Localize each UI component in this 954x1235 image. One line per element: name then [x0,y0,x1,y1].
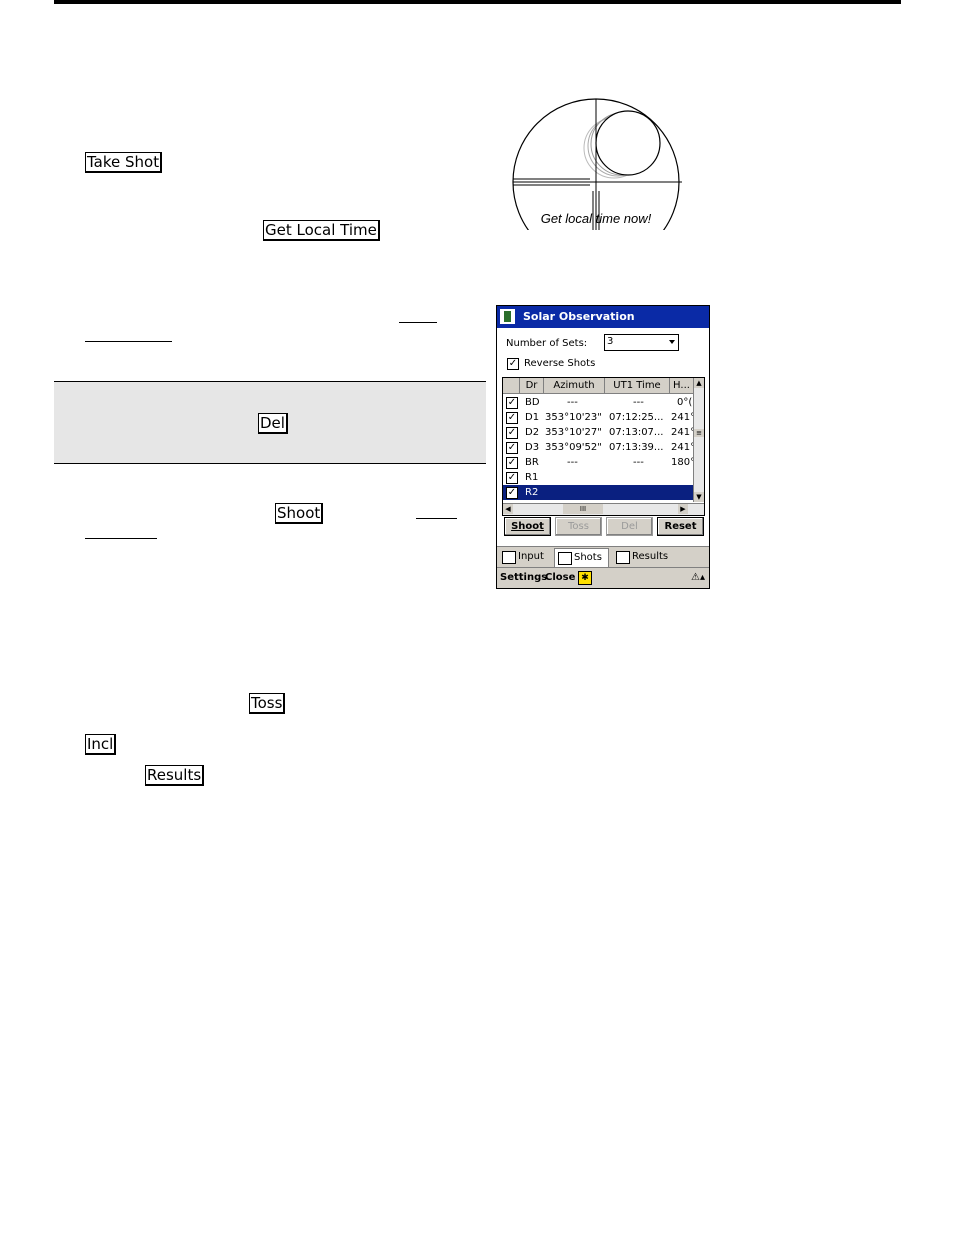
cell-dr: D3 [525,442,540,453]
toss-button[interactable]: Toss [555,517,602,536]
number-of-sets-select[interactable]: 3 [604,334,679,351]
cell-h: 241° [671,442,693,453]
cell-time: 07:12:25... [609,412,664,423]
tab-results[interactable]: Results [613,548,674,566]
row-checkbox[interactable]: ✓ [506,487,518,499]
shoot-button[interactable]: Shoot [504,517,551,536]
reset-button[interactable]: Reset [657,517,704,536]
tab-label: Results [632,551,669,562]
input-panel-icon[interactable]: ⚠▴ [691,572,705,583]
tab-shots[interactable]: Shots [554,548,609,567]
form-icon [502,551,516,564]
cell-dr: D1 [525,412,540,423]
row-checkbox[interactable]: ✓ [506,412,518,424]
tab-input[interactable]: Input [499,548,550,566]
cell-h: 241° [671,412,693,423]
cell-azimuth: --- [567,457,578,468]
column-header[interactable]: UT1 Time [605,378,670,394]
table-row[interactable]: ✓ D1 353°10'23" 07:12:25... 241° [503,410,693,425]
scroll-down-icon[interactable]: ▼ [694,492,704,502]
del-button-ref: Del [258,413,288,434]
cell-dr: BD [525,397,540,408]
column-header[interactable]: H... [670,378,694,394]
reverse-shots-checkbox[interactable]: ✓ [507,358,519,370]
toss-button-ref: Toss [249,693,286,714]
row-checkbox[interactable]: ✓ [506,457,518,469]
row-checkbox[interactable]: ✓ [506,442,518,454]
cell-time: 07:13:07... [609,427,664,438]
get-local-time-button-ref: Get Local Time [263,220,380,241]
row-checkbox[interactable]: ✓ [506,397,518,409]
app-icon [500,309,515,324]
reverse-shots-label: Reverse Shots [524,358,596,369]
del-button[interactable]: Del [606,517,653,536]
cell-h: 0°( [677,397,693,408]
table-row[interactable]: ✓ BR --- --- 180° [503,455,693,470]
row-checkbox[interactable]: ✓ [506,472,518,484]
table-row[interactable]: ✓ D2 353°10'27" 07:13:07... 241° [503,425,693,440]
link-underline [399,322,437,323]
cell-h: 241° [671,427,693,438]
scroll-left-icon[interactable]: ◀ [503,504,513,514]
sets-value: 3 [607,336,614,347]
cell-azimuth: 353°10'27" [545,427,602,438]
scroll-thumb[interactable]: ≡ [694,429,704,437]
cell-dr: BR [525,457,539,468]
top-rule [54,0,901,4]
tab-label: Input [518,551,544,562]
shots-table[interactable]: Dr Azimuth UT1 Time H... ✓ BD --- --- 0°… [502,377,705,516]
cell-azimuth: --- [567,397,578,408]
menu-bar: Settings Close ✱ ⚠▴ [497,567,709,588]
table-row[interactable]: ✓ BD --- --- 0°( [503,395,693,410]
scroll-up-icon[interactable]: ▲ [694,378,704,388]
horizontal-scrollbar[interactable]: ◀ III ▶ [503,503,704,515]
column-header[interactable]: Azimuth [544,378,605,394]
take-shot-button-ref: Take Shot [85,152,163,173]
star-icon[interactable]: ✱ [578,571,592,585]
shoot-button-ref: Shoot [275,503,324,524]
cell-time: --- [633,397,644,408]
window-title: Solar Observation [523,310,635,323]
cell-dr: R1 [525,472,539,483]
sun-telescope-figure: Get local time now! [510,96,682,230]
header-checkbox-col [503,378,520,394]
link-underline [85,538,157,539]
scroll-thumb-h[interactable]: III [563,504,603,514]
cell-dr: R2 [525,487,539,498]
chevron-down-icon [669,340,675,344]
incl-button-ref: Incl [85,734,117,755]
vertical-scrollbar[interactable]: ▲ ≡ ▼ [693,378,704,502]
table-row[interactable]: ✓ D3 353°09'52" 07:13:39... 241° [503,440,693,455]
menu-close[interactable]: Close [545,572,575,583]
form-icon [558,552,572,565]
cell-h: 180° [671,457,693,468]
figure-caption: Get local time now! [540,211,652,226]
tab-label: Shots [574,552,602,563]
scroll-right-icon[interactable]: ▶ [678,504,688,514]
table-row-selected[interactable]: ✓ R2 [503,485,693,500]
row-checkbox[interactable]: ✓ [506,427,518,439]
column-header[interactable]: Dr [520,378,544,394]
sets-label: Number of Sets: [506,338,588,349]
tab-bar: Input Shots Results [497,546,709,567]
cell-dr: D2 [525,427,540,438]
menu-settings[interactable]: Settings [500,572,547,583]
link-underline [85,341,172,342]
cell-azimuth: 353°09'52" [545,442,602,453]
link-underline [416,518,457,519]
note-box: Del [54,381,486,464]
cell-time: 07:13:39... [609,442,664,453]
telescope-view-illustration [512,98,682,230]
cell-azimuth: 353°10'23" [545,412,602,423]
title-bar: Solar Observation [497,306,709,328]
table-row[interactable]: ✓ R1 [503,470,693,485]
solar-observation-window: Solar Observation Number of Sets: 3 ✓ Re… [496,305,710,589]
cell-time: --- [633,457,644,468]
document-icon [616,551,630,564]
results-button-ref: Results [145,765,205,786]
